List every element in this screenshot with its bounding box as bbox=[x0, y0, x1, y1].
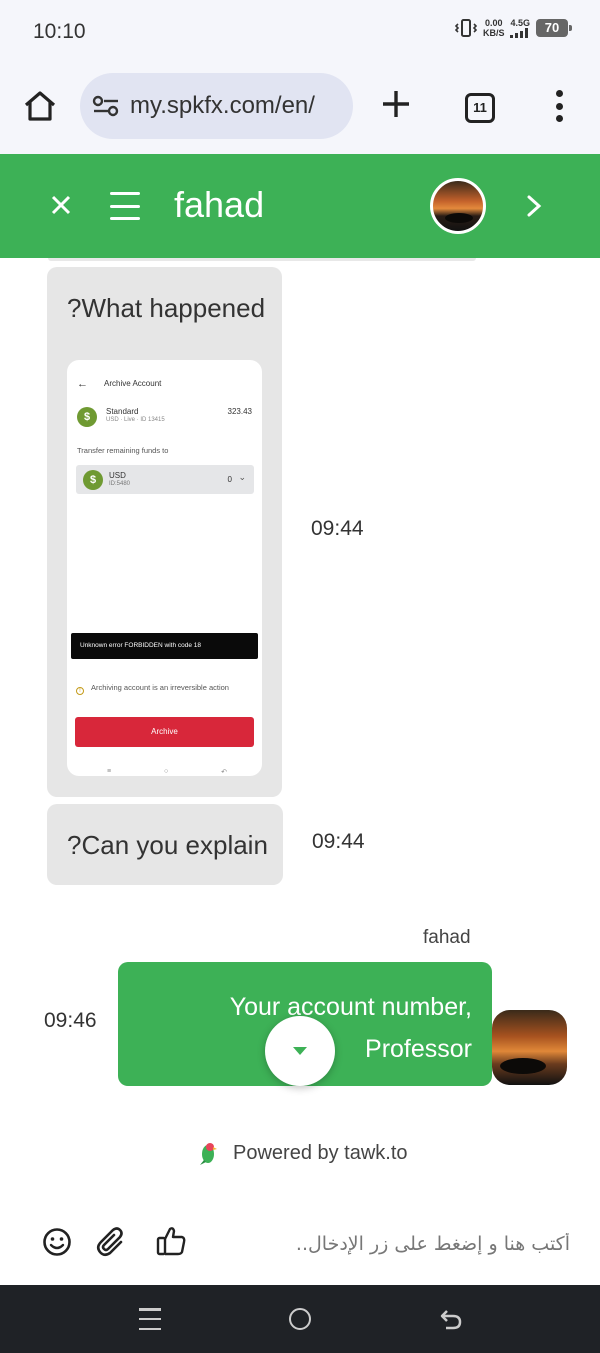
dollar-icon: $ bbox=[77, 407, 97, 427]
message-time: 09:46 bbox=[44, 1009, 97, 1032]
overflow-menu-icon[interactable] bbox=[552, 90, 566, 122]
powered-by-link[interactable]: Powered by tawk.to bbox=[195, 1140, 408, 1166]
back-arrow-icon: ← bbox=[77, 378, 88, 390]
emoji-icon[interactable] bbox=[42, 1227, 72, 1257]
close-icon[interactable] bbox=[48, 192, 74, 218]
error-toast: Unknown error FORBIDDEN with code 18 bbox=[71, 633, 258, 659]
scroll-down-button[interactable] bbox=[265, 1016, 335, 1086]
previous-message-edge bbox=[48, 258, 476, 261]
powered-by-text: Powered by tawk.to bbox=[233, 1141, 408, 1164]
site-settings-icon[interactable] bbox=[92, 94, 120, 118]
status-bar: 10:10 0.00 KB/S 4.5G 70 bbox=[0, 0, 600, 62]
net-speed-value: 0.00 bbox=[484, 18, 503, 28]
archive-button: Archive bbox=[75, 717, 254, 747]
net-speed-unit: KB/S bbox=[482, 28, 505, 38]
network-type: 4.5G bbox=[510, 18, 530, 28]
message-time: 09:44 bbox=[311, 517, 364, 540]
message-input[interactable] bbox=[210, 1226, 570, 1262]
incoming-message: ?What happened ← Archive Account $ Stand… bbox=[47, 267, 282, 797]
new-tab-icon[interactable] bbox=[380, 88, 412, 120]
network-speed: 0.00 KB/S bbox=[483, 18, 505, 38]
status-icons: 0.00 KB/S 4.5G 70 bbox=[454, 18, 572, 38]
browser-toolbar: my.spkfx.com/en/ 11 bbox=[0, 62, 600, 154]
message-text: ?What happened bbox=[67, 293, 266, 323]
info-icon: ! bbox=[76, 687, 84, 695]
attachment-nav-bar: ≡ ○ ↶ bbox=[107, 768, 227, 776]
home-circle-icon[interactable] bbox=[289, 1308, 311, 1330]
chat-transcript[interactable]: ?What happened ← Archive Account $ Stand… bbox=[0, 258, 600, 1285]
status-time: 10:10 bbox=[33, 20, 86, 43]
agent-name: fahad bbox=[174, 184, 265, 225]
caret-down-icon bbox=[293, 1047, 307, 1055]
message-text: ?Can you explain bbox=[67, 830, 268, 860]
hamburger-menu-icon[interactable] bbox=[110, 192, 140, 220]
chevron-down-icon: ⌄ bbox=[238, 472, 246, 482]
target-currency: USD bbox=[109, 471, 126, 480]
dollar-icon: $ bbox=[83, 470, 103, 490]
thumbs-up-icon[interactable] bbox=[155, 1225, 187, 1257]
agent-avatar bbox=[492, 1010, 567, 1085]
account-balance: 323.43 bbox=[227, 407, 252, 416]
target-id: ID:5480 bbox=[109, 481, 131, 487]
attachment-title: Archive Account bbox=[104, 379, 162, 388]
home-icon[interactable] bbox=[22, 88, 58, 124]
recents-icon[interactable] bbox=[139, 1308, 161, 1330]
agent-avatar bbox=[430, 178, 486, 234]
vibrate-icon bbox=[454, 19, 477, 37]
tawk-parrot-icon bbox=[200, 1143, 217, 1165]
address-bar[interactable]: my.spkfx.com/en/ bbox=[80, 73, 353, 139]
account-type: Standard bbox=[106, 407, 139, 416]
url-text: my.spkfx.com/en/ bbox=[130, 92, 315, 119]
signal-icon: 4.5G bbox=[510, 18, 530, 38]
back-icon[interactable] bbox=[438, 1306, 464, 1332]
battery-icon: 70 bbox=[536, 19, 572, 37]
composer-bar bbox=[0, 1210, 600, 1280]
sender-name: fahad bbox=[423, 927, 471, 948]
chat-header: fahad bbox=[0, 154, 600, 258]
image-attachment[interactable]: ← Archive Account $ Standard USD · Live … bbox=[67, 360, 262, 776]
paperclip-icon[interactable] bbox=[95, 1225, 127, 1257]
account-meta: USD · Live · ID 13415 bbox=[106, 417, 165, 423]
warning-text: Archiving account is an irreversible act… bbox=[91, 683, 229, 692]
transfer-label: Transfer remaining funds to bbox=[77, 446, 169, 455]
message-time: 09:44 bbox=[312, 830, 365, 853]
incoming-message: ?Can you explain bbox=[47, 804, 283, 885]
target-account-select: $ USD ID:5480 0 ⌄ bbox=[76, 465, 254, 494]
target-amount: 0 bbox=[227, 475, 232, 484]
chevron-right-icon[interactable] bbox=[524, 194, 544, 218]
tab-switcher-button[interactable]: 11 bbox=[465, 93, 495, 123]
system-nav-bar bbox=[0, 1285, 600, 1353]
